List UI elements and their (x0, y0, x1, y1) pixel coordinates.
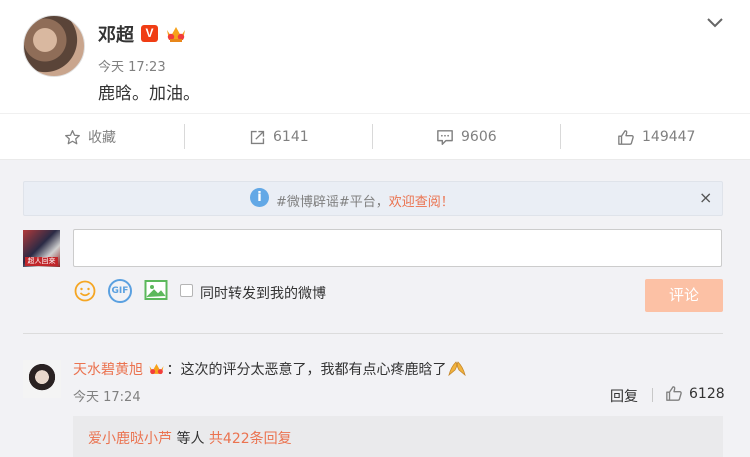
comment-input[interactable] (73, 229, 722, 267)
thumbs-up-icon (618, 129, 634, 145)
commenter-avatar[interactable] (23, 360, 61, 398)
close-icon[interactable]: × (699, 188, 712, 208)
thumbs-up-icon (666, 386, 682, 401)
comment-text: ：这次的评分太恶意了，我都有点心疼鹿晗了 (166, 362, 447, 378)
comment-like-button[interactable]: 6128 (665, 385, 725, 402)
section-divider (23, 333, 723, 334)
gif-icon[interactable]: GIF (108, 279, 132, 303)
repost-checkbox-label[interactable]: 同时转发到我的微博 (200, 283, 326, 303)
notice-link[interactable]: 欢迎查阅！ (389, 195, 454, 210)
repost-count: 6141 (273, 129, 309, 145)
star-icon (65, 129, 80, 144)
comment-count: 9606 (461, 129, 497, 145)
comment-timestamp: 今天 17:24 (73, 390, 141, 405)
action-divider (184, 124, 185, 149)
post-content: 鹿晗。加油。 (98, 84, 200, 104)
favorite-label: 收藏 (88, 130, 116, 146)
replies-middle: 等人 (172, 431, 209, 447)
info-icon: i (250, 188, 269, 207)
crown-badge-icon (149, 363, 164, 375)
action-divider (560, 124, 561, 149)
comment-username[interactable]: 天水碧黄旭 (73, 362, 143, 378)
crown-badge-icon (167, 27, 185, 42)
comment-icon (437, 129, 453, 145)
image-icon[interactable] (144, 279, 168, 301)
comment-like-count: 6128 (689, 385, 725, 402)
reply-username[interactable]: 爱小鹿哒小芦 (88, 431, 172, 447)
post-timestamp[interactable]: 今天 17:23 (98, 56, 166, 75)
share-icon (250, 130, 265, 144)
comment-body: 天水碧黄旭 ：这次的评分太恶意了，我都有点心疼鹿晗了 (73, 359, 468, 379)
chevron-down-icon[interactable] (705, 13, 725, 33)
emoji-icon[interactable] (74, 280, 96, 302)
repost-checkbox[interactable] (180, 284, 193, 297)
replies-count-link[interactable]: 共422条回复 (209, 431, 292, 447)
submit-comment-button[interactable]: 评论 (645, 279, 723, 312)
like-count: 149447 (642, 129, 696, 145)
action-divider (372, 124, 373, 149)
pray-hands-emoji-icon (448, 361, 467, 377)
like-button[interactable]: 149447 (617, 126, 695, 148)
avatar-tag: 超人回来 (25, 257, 58, 266)
repost-button[interactable]: 6141 (249, 126, 309, 148)
notice-message: #微博辟谣#平台， (276, 195, 389, 210)
verified-badge-icon: V (141, 25, 158, 42)
notice-text: #微博辟谣#平台，欢迎查阅！ (276, 191, 454, 210)
comment-button[interactable]: 9606 (436, 126, 497, 148)
favorite-button[interactable]: 收藏 (64, 126, 116, 148)
author-name[interactable]: 邓超 (98, 21, 134, 47)
author-avatar[interactable] (23, 15, 85, 77)
reply-divider (652, 388, 653, 402)
replies-summary-text: 爱小鹿哒小芦 等人 共422条回复 (88, 428, 292, 448)
reply-button[interactable]: 回复 (610, 386, 638, 406)
